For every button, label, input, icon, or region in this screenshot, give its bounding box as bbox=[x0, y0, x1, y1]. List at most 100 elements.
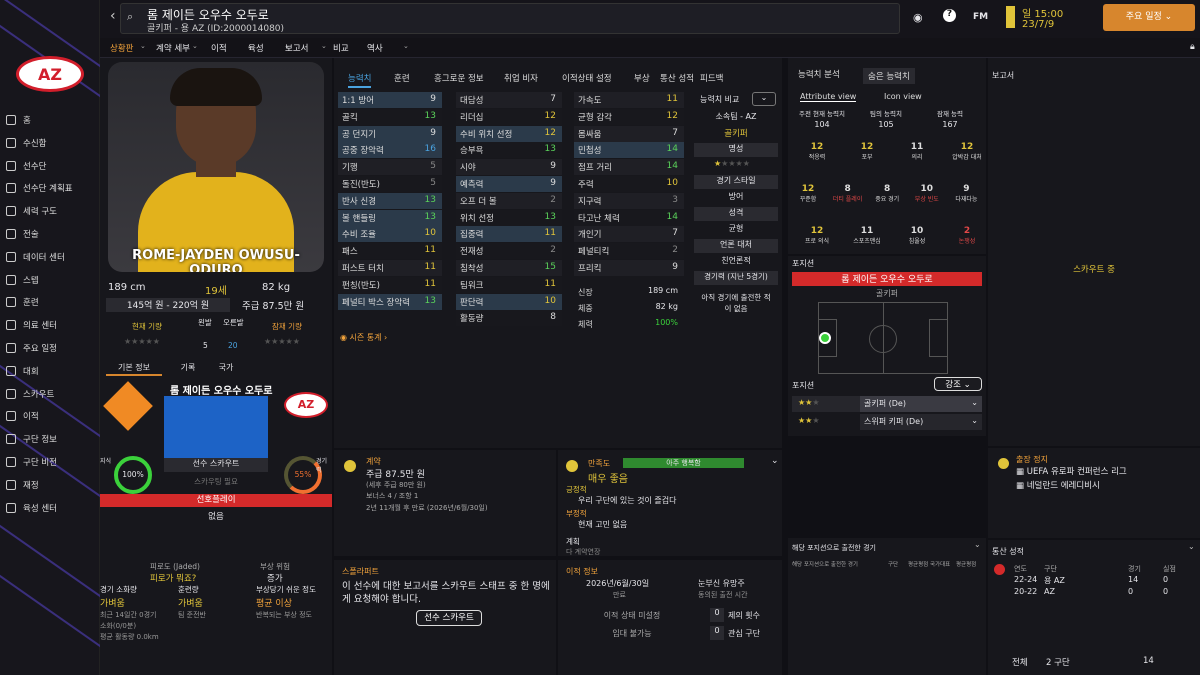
view-tab[interactable]: Icon view bbox=[884, 92, 922, 101]
attribute-tab[interactable]: 피드백 bbox=[700, 72, 723, 84]
attribute-row[interactable]: 퍼스트 터치 11 bbox=[338, 260, 442, 276]
subnav-tab[interactable]: 육성 bbox=[248, 42, 264, 54]
help-icon[interactable]: ? bbox=[943, 9, 956, 22]
scout-player-button[interactable]: 선수 스카우트 bbox=[164, 458, 268, 472]
attribute-row[interactable]: 위치 선정 13 bbox=[456, 209, 562, 226]
attribute-tab[interactable]: 훈련 bbox=[394, 72, 410, 84]
subnav-tab[interactable]: 상황판 bbox=[110, 42, 133, 54]
attribute-row[interactable]: 오프 더 볼 2 bbox=[456, 192, 562, 209]
lock-icon[interactable]: 🔒︎ bbox=[1190, 42, 1195, 52]
attribute-row[interactable]: 반사 신경 13 bbox=[338, 192, 442, 209]
continue-button[interactable]: 주요 일정 ⌄ bbox=[1103, 4, 1195, 31]
chevron-down-icon[interactable]: ⌄ bbox=[1188, 542, 1195, 551]
search-icon[interactable]: ⌕ bbox=[127, 10, 133, 24]
attribute-row[interactable]: 침착성 15 bbox=[456, 260, 562, 276]
attribute-row[interactable]: 대담성 7 bbox=[456, 92, 562, 108]
world-icon[interactable]: ◉ bbox=[913, 11, 923, 24]
attribute-row[interactable]: 볼 핸들링 13 bbox=[338, 209, 442, 226]
attribute-row[interactable]: 기행 5 bbox=[338, 159, 442, 176]
sidebar-item[interactable]: 훈련 bbox=[6, 294, 39, 310]
subnav-tab[interactable]: 계약 세부 bbox=[156, 42, 190, 54]
chevron-down-icon[interactable]: ⌄ bbox=[974, 540, 981, 549]
attribute-row[interactable]: 지구력 3 bbox=[574, 192, 684, 209]
attribute-tab[interactable]: 부상 bbox=[634, 72, 650, 84]
attribute-row[interactable]: 수비 위치 선정 12 bbox=[456, 125, 562, 142]
scout-player-cta[interactable]: 선수 스카우트 bbox=[416, 610, 482, 626]
attribute-row[interactable]: 페널티 박스 장악력 13 bbox=[338, 293, 442, 310]
analysis-tab[interactable]: 숨은 능력치 bbox=[863, 68, 915, 84]
attribute-row[interactable]: 리더십 12 bbox=[456, 108, 562, 125]
attribute-row[interactable]: 페널티킥 2 bbox=[574, 243, 684, 260]
attribute-row[interactable]: 팀워크 11 bbox=[456, 276, 562, 293]
attribute-tab[interactable]: 통산 성적 bbox=[660, 72, 694, 84]
sidebar-item[interactable]: 데이터 센터 bbox=[6, 249, 65, 265]
attribute-row[interactable]: 시야 9 bbox=[456, 159, 562, 176]
attribute-row[interactable]: 펀칭(반도) 11 bbox=[338, 276, 442, 293]
compare-dropdown[interactable]: ⌄ bbox=[752, 92, 776, 106]
contract-title[interactable]: 계약 bbox=[366, 456, 381, 467]
sidebar-item[interactable]: 수신함 bbox=[6, 135, 46, 151]
attribute-row[interactable]: 공 던지기 9 bbox=[338, 125, 442, 142]
emphasis-dropdown[interactable]: 강조 ⌄ bbox=[934, 377, 982, 391]
sidebar-item[interactable]: 선수단 계획표 bbox=[6, 180, 73, 196]
chevron-down-icon[interactable]: ⌄ bbox=[771, 456, 779, 466]
sidebar-item[interactable]: 이적 bbox=[6, 408, 39, 424]
attribute-tab[interactable]: 능력치 bbox=[348, 72, 372, 88]
sidebar-item[interactable]: 전술 bbox=[6, 226, 39, 242]
attribute-row[interactable]: 주력 10 bbox=[574, 176, 684, 192]
sidebar-item[interactable]: 구단 정보 bbox=[6, 431, 57, 447]
attribute-row[interactable]: 패스 11 bbox=[338, 243, 442, 260]
back-icon[interactable]: ‹ bbox=[110, 8, 116, 24]
happiness-title[interactable]: 만족도 bbox=[588, 458, 610, 469]
attribute-row[interactable]: 활동량 8 bbox=[456, 310, 562, 327]
sidebar-item[interactable]: 의료 센터 bbox=[6, 317, 57, 333]
attribute-tab[interactable]: 이적상태 설정 bbox=[562, 72, 612, 84]
subnav-tab[interactable]: 보고서 bbox=[285, 42, 308, 54]
attribute-tab[interactable]: 취업 비자 bbox=[504, 72, 538, 84]
attribute-row[interactable]: 수비 조율 10 bbox=[338, 226, 442, 243]
attribute-row[interactable]: 균형 감각 12 bbox=[574, 108, 684, 125]
attribute-row[interactable]: 가속도 11 bbox=[574, 92, 684, 108]
fm-logo[interactable]: FM bbox=[973, 12, 988, 22]
analysis-tab[interactable]: 능력치 분석 bbox=[798, 68, 840, 80]
role-row-2[interactable]: ★★★ 스위퍼 키퍼 (De) ⌄ bbox=[792, 414, 982, 430]
sidebar-item[interactable]: 주요 일정 bbox=[6, 340, 57, 356]
transfer-title[interactable]: 이적 정보 bbox=[566, 566, 598, 577]
sidebar-item[interactable]: 세력 구도 bbox=[6, 203, 57, 219]
attribute-row[interactable]: 몸싸움 7 bbox=[574, 125, 684, 142]
attribute-row[interactable]: 판단력 10 bbox=[456, 293, 562, 310]
season-stats-button[interactable]: ◉ 시즌 통계 › bbox=[340, 332, 387, 343]
attribute-row[interactable]: 타고난 체력 14 bbox=[574, 209, 684, 226]
sidebar-item[interactable]: 육성 센터 bbox=[6, 500, 57, 516]
attribute-row[interactable]: 집중력 11 bbox=[456, 226, 562, 243]
scout-report-title[interactable]: 스폴라퍼트 bbox=[342, 566, 379, 577]
subnav-tab[interactable]: 역사 bbox=[367, 42, 383, 54]
sidebar-item[interactable]: 대회 bbox=[6, 363, 39, 379]
attribute-row[interactable]: 승부욕 13 bbox=[456, 142, 562, 159]
info-tab[interactable]: 기록 bbox=[170, 362, 206, 376]
sidebar-item[interactable]: 스카우트 bbox=[6, 386, 54, 402]
sidebar-item[interactable]: 홈 bbox=[6, 112, 31, 128]
attribute-row[interactable]: 전재성 2 bbox=[456, 243, 562, 260]
info-tab[interactable]: 기본 정보 bbox=[106, 362, 162, 376]
info-tab[interactable]: 국가 bbox=[208, 362, 244, 376]
sidebar-item[interactable]: 스텝 bbox=[6, 272, 39, 288]
sidebar-item[interactable]: 구단 비전 bbox=[6, 454, 57, 470]
attribute-row[interactable]: 프리킥 9 bbox=[574, 260, 684, 276]
view-tab[interactable]: Attribute view bbox=[800, 92, 857, 102]
attribute-row[interactable]: 개인기 7 bbox=[574, 226, 684, 243]
position-section-title[interactable]: 포지션 bbox=[792, 380, 814, 391]
attribute-row[interactable]: 공중 장악력 16 bbox=[338, 142, 442, 159]
attribute-row[interactable]: 골킥 13 bbox=[338, 108, 442, 125]
role-row-1[interactable]: ★★★ 골키퍼 (De) ⌄ bbox=[792, 396, 982, 412]
sidebar-item[interactable]: 선수단 bbox=[6, 158, 46, 174]
attribute-row[interactable]: 돌진(반도) 5 bbox=[338, 176, 442, 192]
subnav-tab[interactable]: 비교 bbox=[333, 42, 349, 54]
subnav-tab[interactable]: 이적 bbox=[211, 42, 227, 54]
sidebar-item[interactable]: 재정 bbox=[6, 477, 39, 493]
attribute-row[interactable]: 예측력 9 bbox=[456, 176, 562, 192]
attribute-row[interactable]: 민첩성 14 bbox=[574, 142, 684, 159]
attribute-tab[interactable]: 흥그로운 정보 bbox=[434, 72, 484, 84]
attribute-row[interactable]: 1:1 방어 9 bbox=[338, 92, 442, 108]
attribute-row[interactable]: 점프 거리 14 bbox=[574, 159, 684, 176]
